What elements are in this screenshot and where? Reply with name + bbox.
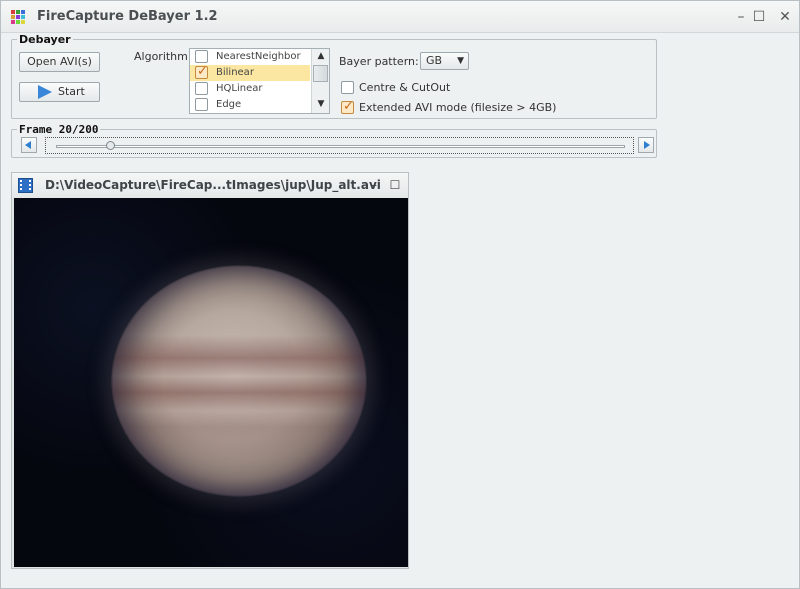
frame-legend: Frame 20/200 <box>17 123 101 136</box>
extended-avi-checkbox[interactable] <box>341 99 354 114</box>
video-window: D:\VideoCapture\FireCap...tImages\jup\Ju… <box>11 172 409 569</box>
slider-thumb[interactable] <box>106 141 116 150</box>
checkbox[interactable] <box>195 82 208 95</box>
start-button[interactable]: Start <box>19 82 100 102</box>
open-avi-button[interactable]: Open AVI(s) <box>19 52 100 72</box>
video-title: D:\VideoCapture\FireCap...tImages\jup\Ju… <box>45 178 381 192</box>
scroll-thumb[interactable] <box>313 65 328 82</box>
list-item-label: Bilinear <box>216 67 254 78</box>
minimize-button[interactable]: – <box>732 8 750 26</box>
checkbox[interactable] <box>195 50 208 63</box>
video-minimize-button[interactable]: – <box>367 178 381 192</box>
scroll-up-icon[interactable]: ▲ <box>312 49 330 63</box>
film-icon <box>18 178 33 193</box>
video-maximize-button[interactable]: ☐ <box>388 178 402 192</box>
list-item-label: Edge <box>216 99 242 110</box>
checkbox[interactable] <box>195 98 208 111</box>
title-bar: FireCapture DeBayer 1.2 – ☐ ✕ <box>1 1 799 33</box>
list-scrollbar[interactable]: ▲ ▼ <box>311 49 329 113</box>
list-item[interactable]: NearestNeighbor <box>190 49 310 65</box>
checkbox[interactable] <box>195 64 208 80</box>
scroll-down-icon[interactable]: ▼ <box>312 97 330 111</box>
play-icon <box>38 85 52 99</box>
frame-slider[interactable] <box>45 137 634 154</box>
close-button[interactable]: ✕ <box>776 8 794 26</box>
chevron-down-icon: ▼ <box>457 56 464 66</box>
planet-limb <box>112 266 366 496</box>
bayer-pattern-value: GB <box>426 54 443 67</box>
start-label: Start <box>58 85 85 98</box>
algorithm-label: Algorithm: <box>134 50 192 63</box>
bayer-pattern-select[interactable]: GB ▼ <box>420 52 469 70</box>
centre-cutout-checkbox[interactable] <box>341 81 354 94</box>
video-title-bar: D:\VideoCapture\FireCap...tImages\jup\Ju… <box>12 173 408 198</box>
algorithm-list[interactable]: NearestNeighbor Bilinear HQLinear Edge ▲… <box>189 48 330 114</box>
video-frame <box>14 198 408 567</box>
list-item-label: NearestNeighbor <box>216 51 301 62</box>
list-item[interactable]: HQLinear <box>190 81 310 97</box>
next-frame-button[interactable] <box>638 137 654 153</box>
centre-cutout-label: Centre & CutOut <box>359 81 451 94</box>
debayer-group <box>11 39 657 119</box>
bayer-pattern-label: Bayer pattern: <box>339 55 419 68</box>
prev-frame-button[interactable] <box>21 137 37 153</box>
app-window: FireCapture DeBayer 1.2 – ☐ ✕ Debayer Op… <box>0 0 800 589</box>
maximize-button[interactable]: ☐ <box>750 8 768 26</box>
extended-avi-label: Extended AVI mode (filesize > 4GB) <box>359 101 557 114</box>
debayer-legend: Debayer <box>17 33 73 46</box>
list-item-label: HQLinear <box>216 83 263 94</box>
app-icon <box>11 10 25 24</box>
list-item[interactable]: Bilinear <box>190 64 310 81</box>
list-item[interactable]: Edge <box>190 97 310 113</box>
window-title: FireCapture DeBayer 1.2 <box>37 9 218 24</box>
slider-track[interactable] <box>56 145 625 148</box>
